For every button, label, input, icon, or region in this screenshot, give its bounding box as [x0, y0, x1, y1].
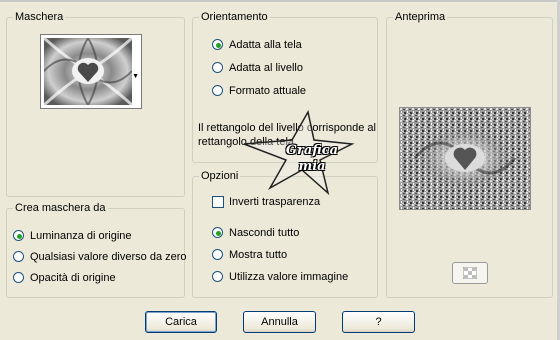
radio-circle — [212, 271, 223, 282]
radio-label: Adatta al livello — [229, 62, 303, 74]
radio-circle — [212, 62, 223, 73]
radio-label: Nascondi tutto — [229, 227, 300, 239]
checkerboard-icon — [463, 267, 477, 279]
opzioni-legend: Opzioni — [199, 169, 241, 183]
preview-toggle-button[interactable] — [452, 262, 488, 284]
carica-button[interactable]: Carica — [145, 311, 217, 333]
maschera-legend: Maschera — [13, 10, 66, 24]
radio-label: Qualsiasi valore diverso da zero — [30, 251, 187, 263]
radio-selected-dot — [17, 234, 22, 239]
radio-label: Luminanza di origine — [30, 230, 132, 242]
mask-preview — [399, 107, 531, 210]
radio-circle — [13, 230, 24, 241]
radio-label: Opacità di origine — [30, 272, 116, 284]
radio-label: Mostra tutto — [229, 249, 288, 261]
radio-circle — [212, 39, 223, 50]
checkbox-box — [212, 196, 224, 208]
radio-circle — [13, 272, 24, 283]
dropdown-arrow-icon[interactable]: ▼ — [132, 73, 139, 80]
mask-thumbnail — [44, 38, 132, 105]
radio-circle — [212, 85, 223, 96]
crea-maschera-legend: Crea maschera da — [13, 201, 108, 215]
radio-label: Utilizza valore immagine — [229, 271, 349, 283]
anteprima-legend: Anteprima — [393, 10, 448, 24]
preview-image — [400, 108, 530, 209]
radio-label: Adatta alla tela — [229, 39, 302, 51]
watermark-line-1: Grafica — [285, 143, 339, 158]
top-border — [0, 0, 560, 2]
annulla-button[interactable]: Annulla — [243, 311, 316, 333]
radio-circle — [13, 251, 24, 262]
radio-label: Formato attuale — [229, 85, 307, 97]
radio-circle — [212, 249, 223, 260]
help-button[interactable]: ? — [342, 311, 415, 333]
orientamento-legend: Orientamento — [199, 10, 270, 24]
radio-selected-dot — [216, 43, 221, 48]
mask-selector[interactable]: ▼ — [40, 34, 142, 109]
checkbox-label: Inverti trasparenza — [229, 196, 321, 208]
watermark-text: Grafica mia — [282, 143, 342, 175]
watermark-line-2: mia — [298, 159, 326, 174]
radio-selected-dot — [216, 231, 221, 236]
radio-circle — [212, 227, 223, 238]
